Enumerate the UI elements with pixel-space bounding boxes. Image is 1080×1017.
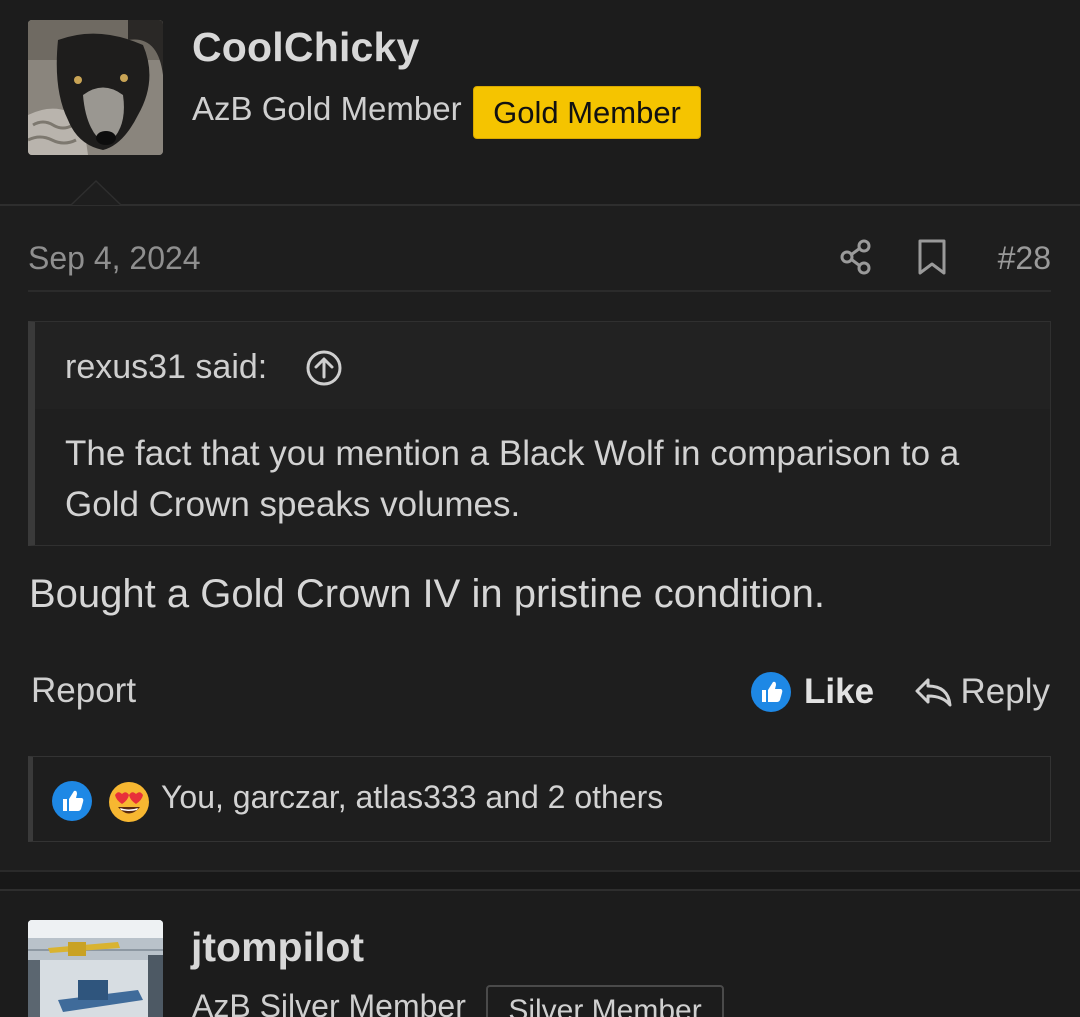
like-icon — [52, 781, 92, 821]
quote-block: rexus31 said: The fact that you mention … — [28, 321, 1051, 546]
reply-icon — [915, 678, 952, 707]
post-date[interactable]: Sep 4, 2024 — [28, 240, 201, 277]
reply-label: Reply — [960, 672, 1050, 711]
reply-button[interactable]: Reply — [913, 669, 1050, 715]
message-pointer — [70, 180, 122, 205]
dog-avatar-image — [28, 20, 163, 155]
quote-author[interactable]: rexus31 said: — [65, 348, 267, 387]
reactions-bar[interactable]: You, garczar, atlas333 and 2 others — [28, 756, 1051, 842]
quote-header: rexus31 said: — [35, 322, 1050, 409]
gold-member-banner: Gold Member — [473, 86, 701, 139]
like-button[interactable]: Like — [750, 669, 874, 715]
avatar[interactable] — [28, 20, 163, 155]
post-separator — [0, 872, 1080, 890]
username[interactable]: jtompilot — [191, 924, 364, 971]
quote-text: The fact that you mention a Black Wolf i… — [65, 434, 960, 524]
bookmark-icon[interactable] — [916, 238, 948, 276]
thread-page: CoolChicky AzB Gold Member Gold Member S… — [0, 0, 1080, 1017]
avatar[interactable] — [28, 920, 163, 1017]
like-icon — [751, 672, 791, 712]
divider — [0, 889, 1080, 891]
heart-eyes-icon — [109, 782, 149, 822]
post-meta: Sep 4, 2024 #28 — [28, 232, 1051, 292]
hangar-avatar-image — [28, 920, 163, 1017]
user-title: AzB Gold Member — [192, 90, 462, 127]
arrow-up-circle-icon[interactable] — [305, 349, 343, 387]
share-icon[interactable] — [838, 238, 874, 276]
silver-member-banner: Silver Member — [486, 985, 724, 1017]
reactions-summary[interactable]: You, garczar, atlas333 and 2 others — [161, 779, 663, 816]
post-actions: Report Like Reply — [30, 665, 1050, 721]
like-label: Like — [804, 672, 875, 711]
post-message: Bought a Gold Crown IV in pristine condi… — [29, 572, 825, 616]
post-number-link[interactable]: #28 — [998, 240, 1051, 277]
user-title: AzB Silver Member — [192, 988, 466, 1017]
post-author-header: CoolChicky AzB Gold Member Gold Member — [0, 0, 1080, 205]
report-link[interactable]: Report — [31, 671, 136, 711]
username[interactable]: CoolChicky — [192, 24, 420, 71]
